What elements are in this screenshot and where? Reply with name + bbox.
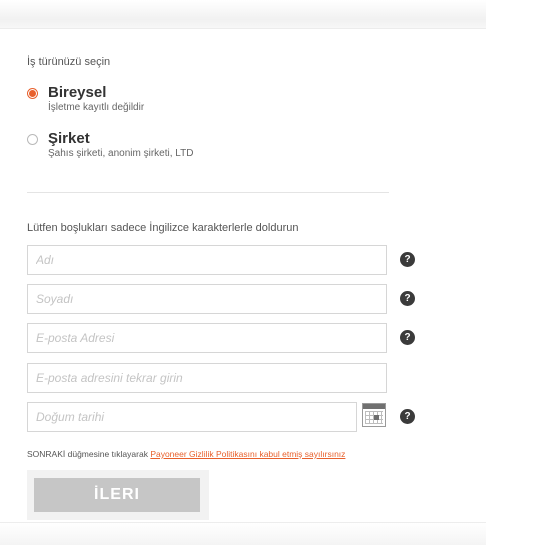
business-type-label: İş türünüzü seçin (27, 56, 111, 68)
last-name-input[interactable] (27, 284, 387, 314)
top-shadow-bar (0, 0, 486, 29)
privacy-policy-link[interactable]: Payoneer Gizlilik Politikasını kabul etm… (150, 449, 345, 459)
consent-text: SONRAKİ düğmesine tıklayarak Payoneer Gi… (27, 449, 345, 459)
email-help-icon[interactable]: ? (400, 330, 415, 345)
birth-date-help-icon[interactable]: ? (400, 409, 415, 424)
section-divider (27, 192, 389, 193)
birth-date-input[interactable] (27, 402, 357, 432)
option-company-subtitle: Şahıs şirketi, anonim şirketi, LTD (48, 148, 194, 159)
bottom-shadow-bar (0, 522, 486, 545)
last-name-help-icon[interactable]: ? (400, 291, 415, 306)
first-name-help-icon[interactable]: ? (400, 252, 415, 267)
first-name-input[interactable] (27, 245, 387, 275)
radio-individual[interactable] (27, 88, 38, 99)
calendar-selected-day (374, 415, 379, 420)
option-company[interactable]: Şirket Şahıs şirketi, anonim şirketi, LT… (27, 130, 193, 160)
calendar-icon[interactable] (362, 403, 386, 427)
form-instruction: Lütfen boşlukları sadece İngilizce karak… (27, 222, 299, 234)
email-input[interactable] (27, 323, 387, 353)
calendar-header (363, 404, 385, 409)
option-individual[interactable]: Bireysel İşletme kayıtlı değildir (27, 84, 144, 114)
radio-selected-dot (29, 90, 36, 97)
option-company-title: Şirket (48, 130, 90, 147)
next-button[interactable]: İLERI (34, 478, 200, 512)
radio-company[interactable] (27, 134, 38, 145)
option-individual-subtitle: İşletme kayıtlı değildir (48, 102, 145, 113)
consent-prefix: SONRAKİ düğmesine tıklayarak (27, 449, 151, 459)
email-confirm-input[interactable] (27, 363, 387, 393)
option-individual-title: Bireysel (48, 84, 107, 101)
next-button-container: İLERI (27, 470, 209, 520)
